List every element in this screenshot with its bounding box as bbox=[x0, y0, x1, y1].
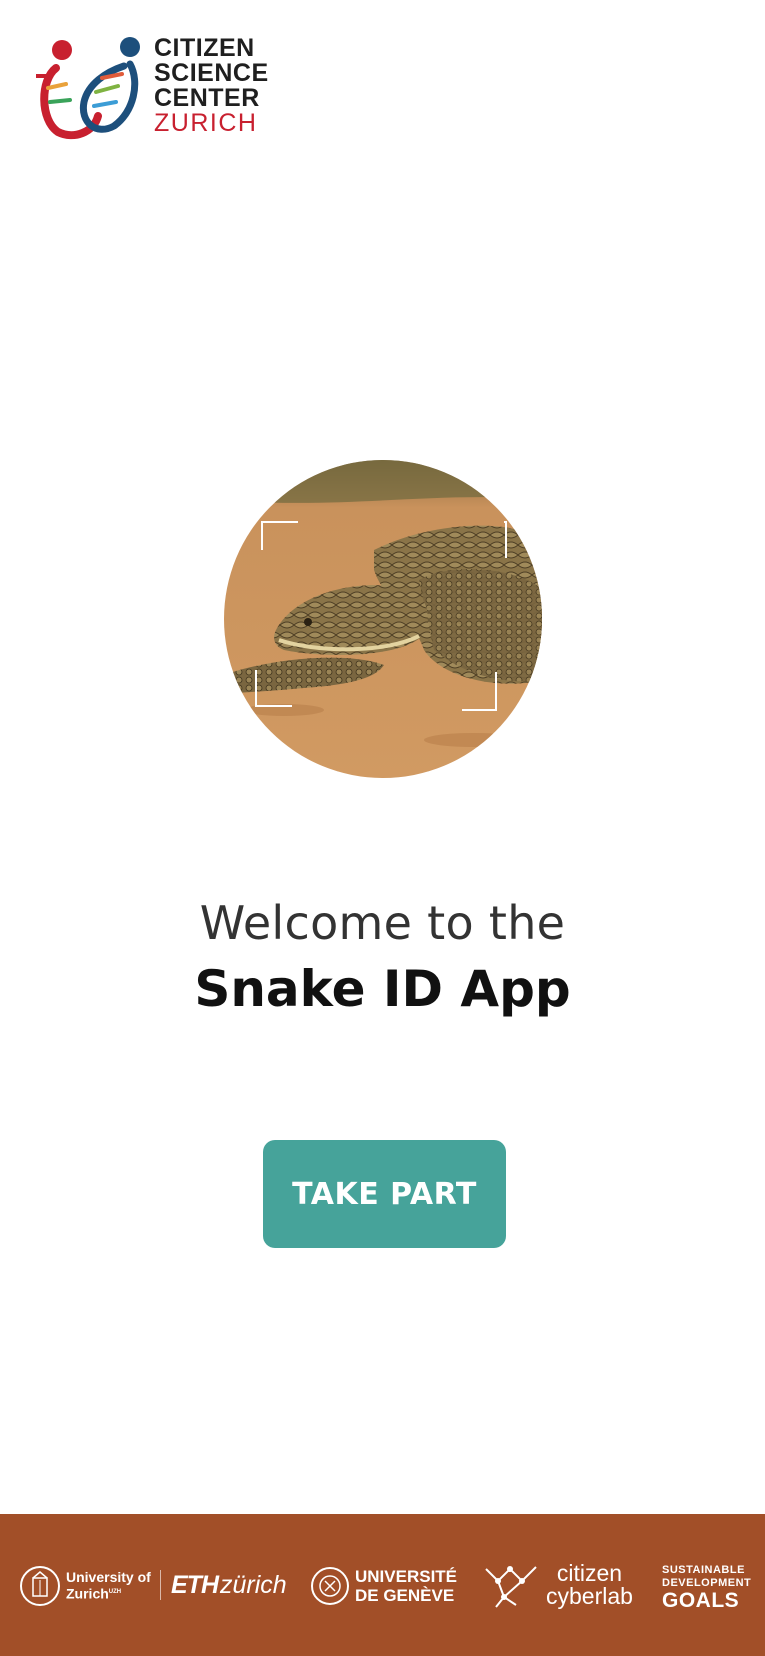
uzh-sup: UZH bbox=[108, 1589, 122, 1596]
unige-seal-icon bbox=[311, 1567, 349, 1605]
cyberlab-network-icon bbox=[485, 1566, 537, 1608]
uzh-line-1: University of bbox=[66, 1569, 151, 1586]
citizen-cyberlab-partner-logo: citizen cyberlab bbox=[482, 1560, 633, 1610]
dna-logo-icon bbox=[36, 37, 140, 140]
brand-wordmark: CITIZEN SCIENCE CENTER ZURICH bbox=[154, 36, 269, 136]
footer-divider bbox=[160, 1570, 161, 1600]
unige-wordmark: UNIVERSITÉ DE GENÈVE bbox=[355, 1567, 457, 1605]
uzh-seal-icon bbox=[20, 1566, 60, 1606]
uzh-partner-logo: University of ZurichUZH bbox=[20, 1564, 151, 1608]
eth-bold: ETH bbox=[171, 1571, 219, 1599]
welcome-screen: CITIZEN SCIENCE CENTER ZURICH Welcome to… bbox=[0, 0, 765, 1656]
unige-line-1: UNIVERSITÉ bbox=[355, 1567, 458, 1586]
brand-line-3: CENTER bbox=[154, 84, 260, 112]
sdg-partner-logo: SUSTAINABLE DEVELOPMENT GOALS bbox=[662, 1564, 751, 1612]
brand-line-2: SCIENCE bbox=[154, 59, 269, 87]
partner-footer: University of ZurichUZH ETH zürich UNIVER… bbox=[0, 1514, 765, 1656]
uzh-wordmark: University of ZurichUZH bbox=[66, 1570, 151, 1602]
ccl-line-2: cyberlab bbox=[546, 1583, 633, 1609]
citizen-science-center-logo: CITIZEN SCIENCE CENTER ZURICH bbox=[36, 36, 269, 140]
brand-line-1: CITIZEN bbox=[154, 34, 255, 62]
cyberlab-wordmark: citizen cyberlab bbox=[546, 1562, 633, 1608]
app-name-heading: Snake ID App bbox=[194, 960, 571, 1018]
snake-hero-image bbox=[224, 460, 542, 778]
eth-rest: zürich bbox=[220, 1571, 287, 1599]
ccl-line-1: citizen bbox=[556, 1560, 623, 1586]
welcome-heading: Welcome to the bbox=[199, 896, 566, 950]
sdg-line-1: SUSTAINABLE bbox=[662, 1564, 745, 1576]
brand-line-4: ZURICH bbox=[154, 109, 258, 137]
take-part-button[interactable]: TAKE PART bbox=[263, 1140, 506, 1248]
eth-partner-logo: ETH zürich bbox=[171, 1570, 287, 1600]
unige-line-2: DE GENÈVE bbox=[355, 1586, 455, 1605]
sdg-line-3: GOALS bbox=[662, 1589, 740, 1612]
unige-partner-logo: UNIVERSITÉ DE GENÈVE bbox=[311, 1564, 457, 1608]
uzh-line-2: Zurich bbox=[66, 1585, 109, 1602]
